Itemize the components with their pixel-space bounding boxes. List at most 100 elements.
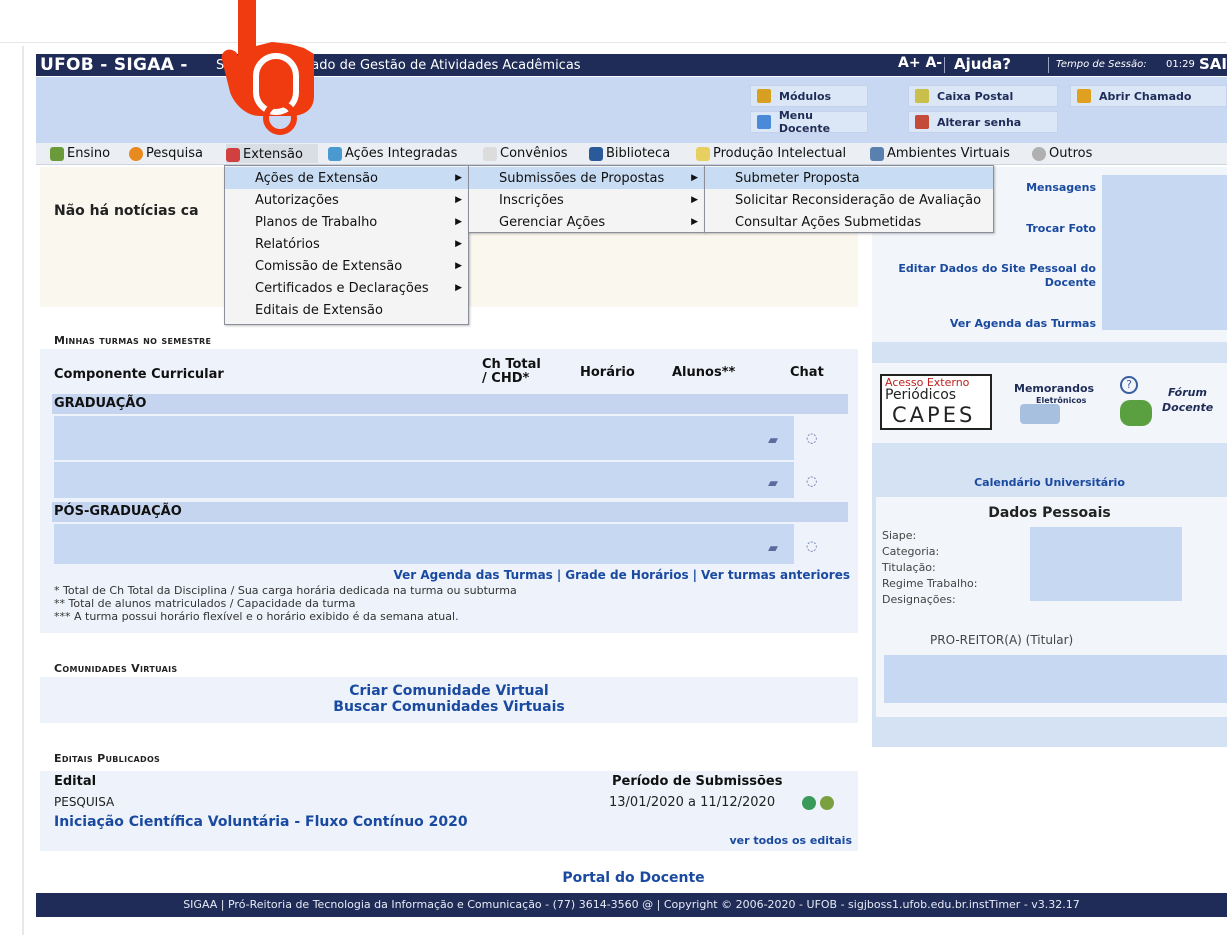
menu-pesquisa[interactable]: Pesquisa — [129, 146, 203, 161]
dd-consultar-acoes[interactable]: Consultar Ações Submetidas — [705, 211, 993, 233]
field-siape: Siape: — [882, 529, 917, 542]
menu-biblioteca[interactable]: Biblioteca — [589, 146, 670, 161]
editar-site-link-line1[interactable]: Editar Dados do Site Pessoal do — [872, 262, 1096, 275]
ver-agenda-link[interactable]: Ver Agenda das Turmas — [872, 317, 1096, 330]
menu-label: Pesquisa — [146, 146, 203, 161]
book-icon[interactable]: ▰ — [768, 476, 778, 491]
portal-docente-link[interactable]: Portal do Docente — [0, 870, 1227, 886]
book-icon[interactable]: ▰ — [768, 433, 778, 448]
font-size-controls[interactable]: A+ A- — [898, 55, 942, 71]
turmas-section-title: Minhas turmas no semestre — [54, 334, 212, 347]
table-row[interactable] — [54, 416, 794, 460]
note-ch: * Total de Ch Total da Disciplina / Sua … — [54, 584, 517, 597]
menu-ambientes-virtuais[interactable]: Ambientes Virtuais — [870, 146, 1010, 161]
group-graduacao: GRADUAÇÃO — [52, 394, 848, 414]
col-componente: Componente Curricular — [54, 367, 224, 382]
caixa-postal-button[interactable]: Caixa Postal — [908, 85, 1058, 107]
dd-acoes-extensao[interactable]: Ações de Extensão ▶ — [225, 167, 468, 189]
edital-nome-link[interactable]: Iniciação Científica Voluntária - Fluxo … — [54, 814, 468, 830]
dd-editais[interactable]: Editais de Extensão — [225, 299, 468, 321]
virtual-env-icon — [870, 146, 884, 161]
forum-banner[interactable]: ? Fórum Docente — [1116, 374, 1227, 430]
dd-label: Planos de Trabalho — [255, 214, 378, 230]
memorandos-banner[interactable]: Memorandos Eletrônicos — [1006, 374, 1102, 430]
forum-text-2: Docente — [1162, 401, 1214, 414]
chat-icon[interactable]: ◌ — [806, 474, 817, 489]
alterar-senha-button[interactable]: Alterar senha — [908, 111, 1058, 133]
footer: SIGAA | Pró-Reitoria de Tecnologia da In… — [36, 893, 1227, 917]
col-horario: Horário — [580, 365, 635, 380]
dd-submissoes[interactable]: Submissões de Propostas ▶ — [469, 167, 704, 189]
col-chd: / CHD* — [482, 371, 530, 386]
main-menu-bar: Ensino Pesquisa Extensão Ações Integrada… — [36, 143, 1227, 165]
chat-icon[interactable]: ◌ — [806, 431, 817, 446]
dd-planos-trabalho[interactable]: Planos de Trabalho ▶ — [225, 211, 468, 233]
teacher-menu-icon — [757, 115, 771, 129]
criar-comunidade-link[interactable]: Criar Comunidade Virtual — [40, 683, 858, 699]
capes-text-3: CAPES — [892, 403, 976, 427]
dd-inscricoes[interactable]: Inscrições ▶ — [469, 189, 704, 211]
alterar-senha-label: Alterar senha — [937, 115, 1022, 129]
chat-icon[interactable]: ◌ — [806, 539, 817, 554]
editar-site-link-line2[interactable]: Docente — [872, 276, 1096, 289]
mailbox-icon — [915, 89, 929, 103]
dd-label: Autorizações — [255, 192, 339, 208]
book-icon[interactable]: ▰ — [768, 541, 778, 556]
top-blank-area — [0, 0, 1227, 42]
menu-convenios[interactable]: Convênios — [483, 146, 568, 161]
app-name[interactable]: UFOB - SIGAA - — [40, 55, 188, 75]
chevron-right-icon: ▶ — [455, 195, 462, 205]
dd-gerenciar[interactable]: Gerenciar Ações ▶ — [469, 211, 704, 233]
menu-producao-intelectual[interactable]: Produção Intelectual — [696, 146, 846, 161]
dd-label: Submissões de Propostas — [499, 170, 665, 186]
menu-label: Biblioteca — [606, 146, 671, 161]
download-icon[interactable] — [820, 796, 834, 810]
modules-icon — [757, 89, 771, 103]
table-row[interactable] — [54, 462, 794, 498]
turmas-anteriores-link[interactable]: Ver turmas anteriores — [701, 568, 850, 582]
exit-link[interactable]: SAIR — [1199, 55, 1227, 73]
menu-acoes-integradas[interactable]: Ações Integradas — [328, 146, 457, 161]
dd-solicitar-reconsideracao[interactable]: Solicitar Reconsideração de Avaliação — [705, 189, 993, 211]
dd-autorizacoes[interactable]: Autorizações ▶ — [225, 189, 468, 211]
menu-label: Ações Integradas — [345, 146, 458, 161]
chevron-right-icon: ▶ — [455, 173, 462, 183]
calendario-link[interactable]: Calendário Universitário — [872, 476, 1227, 489]
col-chat: Chat — [790, 365, 824, 380]
menu-extensao[interactable]: Extensão — [226, 144, 318, 163]
dd-label: Solicitar Reconsideração de Avaliação — [735, 192, 982, 208]
agenda-turmas-link[interactable]: Ver Agenda das Turmas — [393, 568, 552, 582]
chevron-right-icon: ▶ — [691, 217, 698, 227]
chevron-right-icon: ▶ — [455, 261, 462, 271]
dd-label: Comissão de Extensão — [255, 258, 403, 274]
table-row[interactable] — [54, 524, 794, 564]
turmas-links: Ver Agenda das Turmas | Grade de Horário… — [393, 568, 850, 582]
menu-ensino[interactable]: Ensino — [50, 146, 110, 161]
capes-banner[interactable]: Acesso Externo Periódicos CAPES — [880, 374, 992, 430]
buscar-comunidades-link[interactable]: Buscar Comunidades Virtuais — [40, 699, 858, 715]
dados-pessoais-title: Dados Pessoais — [988, 505, 1111, 521]
help-link[interactable]: Ajuda? — [954, 55, 1011, 73]
flask-icon — [129, 146, 143, 161]
menu-outros[interactable]: Outros — [1032, 146, 1092, 161]
people-icon — [1120, 400, 1152, 426]
left-border — [22, 46, 24, 935]
ver-todos-editais-link[interactable]: ver todos os editais — [729, 834, 852, 847]
view-icon[interactable] — [802, 796, 816, 810]
password-icon — [915, 115, 929, 129]
dd-comissao[interactable]: Comissão de Extensão ▶ — [225, 255, 468, 277]
dd-relatorios[interactable]: Relatórios ▶ — [225, 233, 468, 255]
abrir-chamado-button[interactable]: Abrir Chamado — [1070, 85, 1227, 107]
comunidades-section-title: Comunidades Virtuais — [54, 662, 178, 675]
dd-certificados[interactable]: Certificados e Declarações ▶ — [225, 277, 468, 299]
menu-docente-label: Menu Docente — [778, 109, 831, 135]
book-icon — [50, 146, 64, 161]
editais-table: Edital Período de Submissões PESQUISA In… — [40, 771, 858, 851]
library-icon — [589, 146, 603, 161]
grade-horarios-link[interactable]: Grade de Horários — [565, 568, 688, 582]
modulos-button[interactable]: Módulos — [750, 85, 868, 107]
dd-submeter-proposta[interactable]: Submeter Proposta — [705, 167, 993, 189]
chevron-right-icon: ▶ — [691, 173, 698, 183]
menu-docente-button[interactable]: Menu Docente — [750, 109, 868, 135]
divider — [0, 42, 1227, 43]
